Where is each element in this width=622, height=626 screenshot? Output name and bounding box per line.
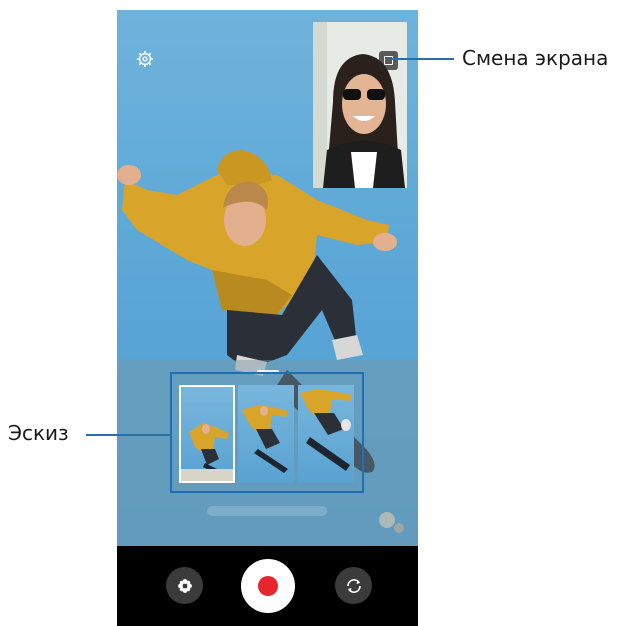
record-dot-icon xyxy=(258,576,278,596)
callout-line-screen-switch xyxy=(392,58,454,60)
selfie-preview[interactable] xyxy=(313,22,407,188)
thumbnail-item[interactable] xyxy=(238,385,294,483)
camera-screen xyxy=(117,10,418,626)
thumbnail-image xyxy=(242,405,288,473)
callout-label-screen-switch: Смена экрана xyxy=(462,46,609,70)
hint-text-placeholder xyxy=(207,506,327,516)
callout-line-thumbnail xyxy=(86,434,170,436)
selfie-photo xyxy=(313,22,407,188)
gear-icon[interactable] xyxy=(136,50,154,68)
camera-switch-icon xyxy=(346,578,361,593)
thumbnail-image xyxy=(181,423,233,481)
effects-button[interactable] xyxy=(166,567,203,604)
record-button[interactable] xyxy=(241,559,295,613)
picture-in-picture-icon[interactable] xyxy=(379,51,398,70)
switch-camera-button[interactable] xyxy=(335,567,372,604)
thumbnail-image xyxy=(300,389,352,471)
callout-label-thumbnail: Эскиз xyxy=(8,421,69,445)
thumbnail-item[interactable] xyxy=(298,385,354,483)
thumbnail-item[interactable] xyxy=(179,385,235,483)
flower-effects-icon xyxy=(177,578,192,593)
camera-controls-bar xyxy=(117,546,418,626)
